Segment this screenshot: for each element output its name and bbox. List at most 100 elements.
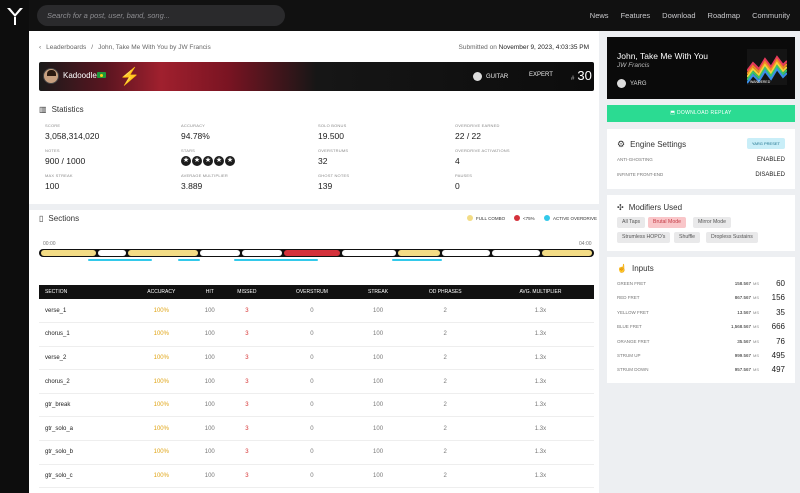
- timeline-segment[interactable]: [542, 250, 592, 256]
- nav-news[interactable]: News: [590, 11, 609, 20]
- cell-section: verse_2: [39, 346, 126, 371]
- input-row: BLUE FRET 1,568.567 MS 666: [617, 322, 785, 331]
- stat-stars: STARS ★ ★ ★ ★ ★: [181, 148, 235, 166]
- stars-rating: ★ ★ ★ ★ ★: [181, 156, 235, 166]
- stat-pauses: PAUSES 0: [455, 173, 473, 191]
- cell-avg-multiplier: 1.3x: [486, 440, 594, 465]
- table-row[interactable]: gtr_solo_c 100% 100 3 0 100 2 1.3x: [39, 464, 594, 489]
- cell-accuracy: 100%: [125, 299, 197, 324]
- modifiers-header: ✣ Modifiers Used: [617, 203, 682, 212]
- album-art: WANDERED: [747, 49, 787, 85]
- cell-streak: 100: [352, 416, 404, 442]
- table-row[interactable]: chorus_1 100% 100 3 0 100 2 1.3x: [39, 322, 594, 347]
- cell-od-phrases: 2: [403, 487, 487, 493]
- modifiers-icon: ✣: [617, 203, 624, 212]
- col-overstrum[interactable]: OVERSTRUM: [271, 285, 352, 299]
- legend-active-overdrive: ACTIVE OVERDRIVE: [544, 215, 597, 221]
- input-label: GREEN FRET: [617, 281, 647, 286]
- chevron-left-icon[interactable]: ‹: [39, 44, 41, 51]
- col-od-phrases[interactable]: OD PHRASES: [404, 285, 487, 299]
- col-accuracy[interactable]: ACCURACY: [126, 285, 197, 299]
- columns-icon: ▯: [39, 214, 44, 223]
- cell-avg-multiplier: 1.3x: [486, 416, 594, 442]
- avatar[interactable]: [43, 68, 59, 84]
- cell-overstrum: 0: [271, 346, 353, 371]
- input-count: 497: [771, 365, 785, 375]
- svg-text:WANDERED: WANDERED: [750, 80, 771, 84]
- legend-low-accuracy: <75%: [514, 215, 535, 221]
- stat-max-streak: MAX STREAK 100: [45, 173, 73, 191]
- search-input[interactable]: Search for a post, user, band, song...: [37, 5, 285, 26]
- modifier-brutal-mode: Brutal Mode: [648, 217, 686, 228]
- cell-avg-multiplier: 1.3x: [486, 322, 594, 347]
- pointer-icon: ☝: [617, 264, 627, 273]
- nav-roadmap[interactable]: Roadmap: [708, 11, 741, 20]
- table-row[interactable]: gtr_solo_b 100% 100 3 0 100 2 1.3x: [39, 440, 594, 465]
- timeline-segment[interactable]: [98, 250, 126, 256]
- input-label: BLUE FRET: [617, 324, 642, 330]
- bar-chart-icon: ▥: [39, 105, 47, 114]
- guitar-icon: [473, 72, 482, 81]
- col-streak[interactable]: STREAK: [353, 285, 404, 299]
- modifier-mirror-mode: Mirror Mode: [693, 217, 731, 228]
- sections-table: SECTION ACCURACY HIT MISSED OVERSTRUM ST…: [39, 285, 594, 493]
- timeline-segment[interactable]: [398, 250, 440, 256]
- input-ms: 1,568.567 MS: [730, 324, 759, 330]
- timeline-segment[interactable]: [41, 250, 96, 256]
- time-end: 04:00: [579, 241, 592, 247]
- cell-overstrum: 0: [271, 393, 353, 418]
- overdrive-marker: [88, 259, 152, 261]
- cell-hit: 100: [197, 369, 223, 394]
- preset-badge: YARG PRESET: [746, 138, 785, 149]
- breadcrumb-leaderboards[interactable]: Leaderboards: [46, 44, 86, 51]
- table-row[interactable]: gtr_solo_a 100% 100 3 0 100 2 1.3x: [39, 416, 594, 442]
- cell-streak: 100: [352, 369, 404, 394]
- inputs-title: Inputs: [631, 264, 654, 273]
- timeline-segment[interactable]: [284, 250, 340, 256]
- nav-download[interactable]: Download: [662, 11, 695, 20]
- sections-header: ▯ Sections: [39, 214, 79, 223]
- song-title[interactable]: John, Take Me With You: [617, 51, 708, 61]
- timeline-segment[interactable]: [128, 250, 198, 256]
- col-avg-multiplier[interactable]: AVG. MULTIPLIER: [487, 285, 594, 299]
- gear-icon: ⚙: [617, 139, 626, 149]
- main-panel: ‹ Leaderboards / John, Take Me With You …: [29, 31, 599, 493]
- timeline-segment[interactable]: [492, 250, 540, 256]
- col-missed[interactable]: MISSED: [222, 285, 271, 299]
- col-section[interactable]: SECTION: [39, 285, 126, 299]
- modifier-shuffle: Shuffle: [674, 232, 701, 243]
- timeline-segment[interactable]: [242, 250, 282, 256]
- overdrive-marker: [178, 259, 200, 261]
- input-row: STRUM UP 999.567 MS 495: [617, 351, 785, 360]
- statistics-title: Statistics: [51, 105, 84, 114]
- table-row[interactable]: gtr_solo_d100%1003010021.3x: [39, 487, 594, 493]
- statistics-header: ▥ Statistics: [39, 105, 84, 114]
- input-ms: 13.567 MS: [737, 309, 759, 315]
- download-label: DOWNLOAD REPLAY: [677, 110, 732, 116]
- cell-overstrum: 0: [271, 416, 353, 442]
- download-replay-button[interactable]: ⬒ DOWNLOAD REPLAY: [607, 105, 795, 122]
- top-navbar: Search for a post, user, band, song... N…: [29, 0, 800, 31]
- star-icon: ★: [225, 156, 235, 166]
- nav-community[interactable]: Community: [752, 11, 790, 20]
- input-row: RED FRET 867.567 MS 156: [617, 293, 785, 302]
- table-header: SECTION ACCURACY HIT MISSED OVERSTRUM ST…: [39, 285, 594, 299]
- col-hit[interactable]: HIT: [197, 285, 222, 299]
- song-artist[interactable]: JW Francis: [617, 62, 650, 69]
- time-start: 00:00: [43, 241, 56, 247]
- table-row[interactable]: verse_1 100% 100 3 0 100 2 1.3x: [39, 299, 594, 324]
- stat-overstrums: OVERSTRUMS 32: [318, 148, 349, 166]
- input-ms: 957.567 MS: [734, 367, 759, 373]
- table-row[interactable]: chorus_2 100% 100 3 0 100 2 1.3x: [39, 369, 594, 394]
- table-row[interactable]: gtr_break 100% 100 3 0 100 2 1.3x: [39, 393, 594, 418]
- yarg-logo-icon[interactable]: [6, 6, 24, 26]
- input-label: RED FRET: [617, 295, 640, 301]
- nav-features[interactable]: Features: [621, 11, 651, 20]
- rank-value: 30: [577, 68, 592, 83]
- player-name[interactable]: Kadoodle: [63, 71, 97, 80]
- timeline-segment[interactable]: [442, 250, 490, 256]
- cell-overstrum: 0: [271, 487, 353, 493]
- table-row[interactable]: verse_2 100% 100 3 0 100 2 1.3x: [39, 346, 594, 371]
- timeline-segment[interactable]: [342, 250, 396, 256]
- timeline-segment[interactable]: [200, 250, 240, 256]
